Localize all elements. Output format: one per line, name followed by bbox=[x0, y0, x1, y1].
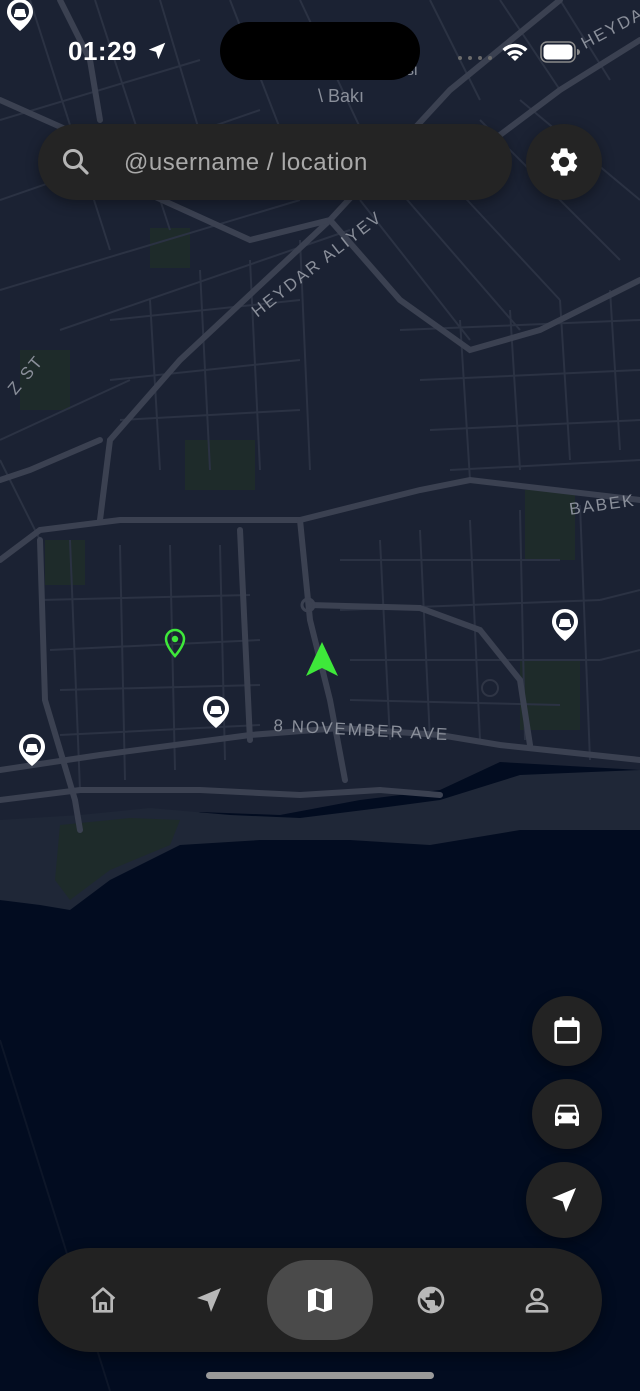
car-pin-icon[interactable] bbox=[551, 608, 579, 642]
calendar-button[interactable] bbox=[532, 996, 602, 1066]
car-button[interactable] bbox=[532, 1079, 602, 1149]
user-location-arrow-icon bbox=[306, 642, 338, 676]
send-icon bbox=[197, 1288, 221, 1312]
gear-icon bbox=[550, 148, 578, 176]
map-icon bbox=[308, 1288, 332, 1312]
globe-icon bbox=[417, 1286, 445, 1314]
signal-dots-icon bbox=[458, 56, 492, 60]
car-icon bbox=[555, 1104, 579, 1126]
location-pin-icon[interactable] bbox=[164, 628, 186, 658]
settings-button[interactable] bbox=[526, 124, 602, 200]
dynamic-island bbox=[220, 22, 420, 80]
nav-map[interactable] bbox=[267, 1260, 373, 1340]
bottom-nav bbox=[38, 1248, 602, 1352]
status-bar: 01:29 bbox=[0, 0, 640, 100]
navigate-button[interactable] bbox=[526, 1162, 602, 1238]
wifi-icon bbox=[502, 43, 528, 61]
battery-icon bbox=[540, 41, 580, 63]
search-icon bbox=[63, 149, 89, 175]
navigation-arrow-icon bbox=[552, 1188, 576, 1212]
calendar-icon bbox=[554, 1017, 580, 1044]
home-icon bbox=[90, 1287, 116, 1313]
person-icon bbox=[525, 1288, 549, 1313]
car-pin-icon[interactable] bbox=[18, 733, 46, 767]
nav-home[interactable] bbox=[50, 1260, 156, 1340]
car-pin-icon[interactable] bbox=[202, 695, 230, 729]
status-time: 01:29 bbox=[68, 36, 137, 66]
home-indicator[interactable] bbox=[206, 1372, 434, 1379]
search-input[interactable] bbox=[122, 138, 496, 188]
location-services-icon bbox=[148, 42, 166, 60]
search-bar[interactable] bbox=[38, 124, 512, 200]
nav-send[interactable] bbox=[156, 1260, 262, 1340]
nav-explore[interactable] bbox=[378, 1260, 484, 1340]
nav-profile[interactable] bbox=[484, 1260, 590, 1340]
